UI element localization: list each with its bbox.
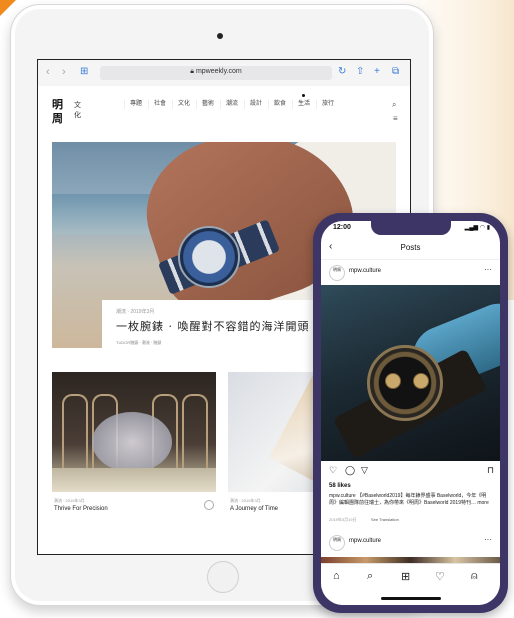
moon-installation-image: [92, 412, 172, 472]
caption-username[interactable]: mpw.culture: [329, 493, 356, 499]
url-value: mpweekly.com: [195, 68, 242, 75]
hero-meta: 潮流 · 2019年3月: [116, 309, 155, 315]
plus-icon[interactable]: +: [374, 66, 380, 77]
ig-page-title: Posts: [400, 243, 421, 252]
profile-icon[interactable]: ⍝: [471, 570, 478, 583]
menu-item-label: 文化: [177, 101, 190, 107]
ig-action-bar: ♡ ◯ ▽ ⊓: [329, 465, 494, 479]
floor-decoration: [52, 468, 216, 492]
ig-post-image[interactable]: [321, 285, 500, 461]
active-dot-icon: [302, 94, 305, 97]
menu-item[interactable]: 專題: [124, 100, 147, 109]
site-header: 明周 文化 專題 社會 文化 藝術 潮流 設計 飲食 生活 旅行 ⌕ ≡: [38, 86, 410, 142]
book-icon[interactable]: ⊞: [80, 66, 88, 77]
bookmark-icon[interactable]: [204, 500, 214, 510]
iphone-device: 12:00 ▂▄▆ ◠ ▮ ‹ Posts 明周 mpw.culture ···…: [313, 213, 508, 613]
ig-post-header: 明周 mpw.culture ···: [321, 533, 500, 553]
hero-title[interactable]: 一枚腕錶 · 喚醒對不容錯的海洋開頭: [116, 318, 310, 334]
reload-icon[interactable]: ↻: [338, 66, 346, 77]
chronograph-watch-image: [367, 345, 443, 421]
card-right-meta: 潮流 · 2019年3月: [230, 498, 261, 503]
card-left-title[interactable]: Thrive For Precision: [54, 506, 108, 512]
heart-icon[interactable]: ♡: [329, 465, 337, 476]
menu-item[interactable]: 旅行: [316, 100, 339, 109]
menu-item[interactable]: 設計: [244, 100, 267, 109]
corner-accent: [0, 0, 16, 16]
arch-decoration: [62, 394, 88, 474]
see-translation-link[interactable]: See Translation: [371, 517, 399, 522]
activity-heart-icon[interactable]: ♡: [435, 570, 445, 583]
save-icon[interactable]: ⊓: [487, 465, 494, 476]
ig-caption: mpw.culture 【#Baselworld2019】每年錶界盛事 Base…: [329, 493, 493, 507]
search-icon[interactable]: ⌕: [392, 100, 396, 110]
menu-item-active[interactable]: 生活: [292, 94, 315, 109]
home-icon[interactable]: ⌂: [333, 570, 340, 582]
card-left-meta: 潮流 · 2019年3月: [54, 498, 85, 503]
subdial-decoration: [413, 373, 429, 389]
card-right-title[interactable]: A Journey of Time: [230, 506, 278, 512]
ig-top-bar: ‹ Posts: [321, 237, 500, 260]
avatar[interactable]: 明周: [329, 265, 345, 281]
url-text: 🔒︎ mpweekly.com: [100, 68, 332, 76]
iphone-screen: 12:00 ▂▄▆ ◠ ▮ ‹ Posts 明周 mpw.culture ···…: [321, 221, 500, 605]
hero-watch-image: [178, 226, 240, 288]
hamburger-menu-icon[interactable]: ≡: [393, 114, 398, 123]
chevron-left-icon[interactable]: ‹: [46, 66, 50, 78]
menu-item-label: 潮流: [225, 101, 238, 107]
more-options-icon[interactable]: ···: [484, 265, 492, 274]
subdial-decoration: [385, 373, 401, 389]
home-indicator: [381, 597, 441, 600]
share-icon[interactable]: ⇧: [356, 66, 364, 77]
menu-item-label: 專題: [129, 101, 142, 107]
menu-item-label: 生活: [297, 101, 310, 107]
arch-decoration: [182, 394, 208, 474]
new-post-icon[interactable]: ⊞: [401, 570, 410, 583]
article-card-left[interactable]: [52, 372, 216, 492]
lock-icon: 🔒︎: [190, 68, 194, 75]
menu-item-label: 旅行: [321, 101, 334, 107]
ig-likes[interactable]: 58 likes: [329, 483, 351, 489]
ig-username[interactable]: mpw.culture: [349, 538, 381, 544]
avatar[interactable]: 明周: [329, 535, 345, 551]
hero-tags: TUDOR腕錶 · 潮流 · 腕錶: [116, 340, 162, 345]
ipad-camera: [217, 33, 223, 39]
status-time: 12:00: [333, 224, 351, 231]
iphone-notch: [371, 221, 451, 235]
address-bar[interactable]: 🔒︎ mpweekly.com: [100, 66, 332, 80]
menu-item-label: 設計: [249, 101, 262, 107]
menu-item[interactable]: 藝術: [196, 100, 219, 109]
safari-toolbar: ‹ › ⊞ 🔒︎ mpweekly.com ↻ ⇧ + ⧉: [38, 60, 410, 87]
menu-item[interactable]: 文化: [172, 100, 195, 109]
site-logo[interactable]: 明周: [52, 98, 64, 126]
comment-icon[interactable]: ◯: [345, 465, 355, 476]
ig-post-header: 明周 mpw.culture ···: [321, 261, 500, 283]
tabs-icon[interactable]: ⧉: [392, 66, 399, 77]
menu-item-label: 飲食: [273, 101, 286, 107]
ig-post-date: 2019年3月19日: [329, 517, 357, 522]
menu-item-label: 社會: [153, 101, 166, 107]
more-options-icon[interactable]: ···: [484, 535, 492, 544]
site-logo-section[interactable]: 文化: [74, 100, 84, 120]
ipad-home-button[interactable]: [207, 561, 239, 593]
menu-item[interactable]: 潮流: [220, 100, 243, 109]
search-icon[interactable]: ⌕: [367, 570, 373, 583]
status-icons: ▂▄▆ ◠ ▮: [464, 225, 490, 231]
send-icon[interactable]: ▽: [361, 465, 368, 476]
menu-item-label: 藝術: [201, 101, 214, 107]
ig-username[interactable]: mpw.culture: [349, 268, 381, 274]
menu-item[interactable]: 社會: [148, 100, 171, 109]
chevron-right-icon[interactable]: ›: [62, 66, 66, 78]
menu-item[interactable]: 飲食: [268, 100, 291, 109]
